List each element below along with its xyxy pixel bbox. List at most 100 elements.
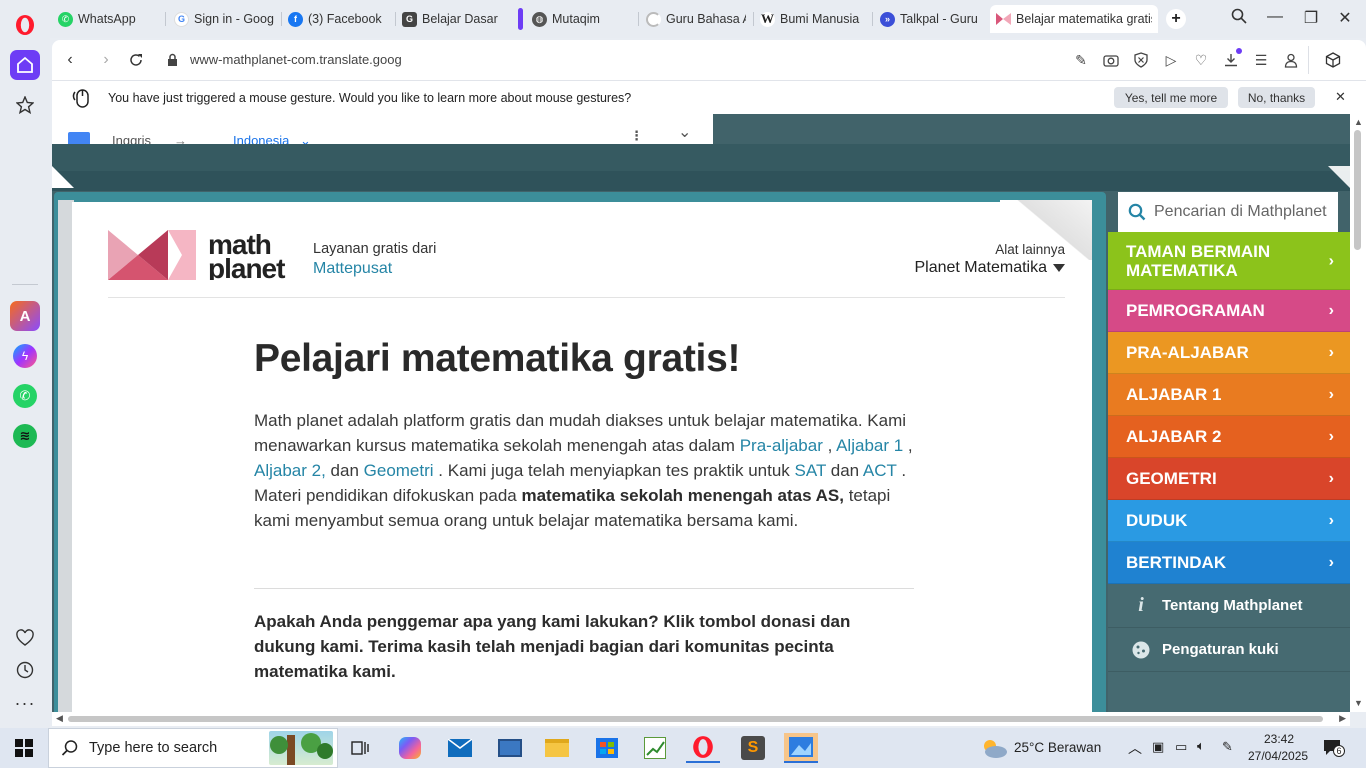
url-field[interactable]: www-mathplanet-com.translate.goog bbox=[190, 52, 402, 67]
menu-aljabar-2[interactable]: ALJABAR 2 › bbox=[1108, 416, 1350, 458]
snapshot-camera-icon[interactable] bbox=[1102, 51, 1120, 69]
tab-belajar-dasar[interactable]: G Belajar Dasar Pe bbox=[396, 6, 508, 32]
file-explorer-icon[interactable] bbox=[540, 733, 574, 763]
translate-more-icon[interactable]: ⋮ bbox=[630, 128, 643, 144]
extensions-cube-icon[interactable] bbox=[1324, 51, 1342, 69]
remote-desktop-icon[interactable] bbox=[493, 733, 527, 763]
tab-talkpal[interactable]: » Talkpal - Guru B bbox=[874, 6, 986, 32]
new-tab-button[interactable]: + bbox=[1166, 9, 1186, 29]
tab-search-icon[interactable] bbox=[1228, 8, 1250, 29]
forward-button[interactable]: › bbox=[96, 50, 116, 70]
scrollbar-thumb[interactable] bbox=[68, 716, 1323, 722]
menu-tentang[interactable]: i Tentang Mathplanet bbox=[1108, 584, 1350, 628]
notification-center-icon[interactable]: 6 bbox=[1322, 737, 1345, 760]
history-clock-icon[interactable] bbox=[10, 655, 40, 685]
link-aljabar-2[interactable]: Aljabar 2, bbox=[254, 461, 326, 480]
tab-mutaqim[interactable]: ◍ Mutaqim bbox=[526, 6, 636, 32]
copilot-icon[interactable] bbox=[393, 733, 427, 763]
messenger-icon[interactable]: ϟ bbox=[10, 341, 40, 371]
easy-setup-icon[interactable]: ☰ bbox=[1252, 51, 1270, 69]
lock-icon[interactable] bbox=[162, 50, 182, 70]
heart-icon[interactable]: ♡ bbox=[1192, 51, 1210, 69]
pinboard-star-icon[interactable] bbox=[10, 90, 40, 120]
link-geometri[interactable]: Geometri bbox=[364, 461, 434, 480]
search-icon bbox=[61, 740, 78, 756]
translate-dropdown-icon[interactable]: ⌄ bbox=[300, 133, 311, 144]
restore-button[interactable]: ❐ bbox=[1300, 8, 1322, 28]
gesture-close-icon[interactable]: ✕ bbox=[1335, 89, 1346, 105]
sublime-text-icon[interactable]: S bbox=[736, 733, 770, 763]
search-input[interactable]: Pencarian di Mathplanet bbox=[1154, 203, 1327, 221]
talkpal-icon: » bbox=[880, 11, 895, 27]
weather-cloud-icon[interactable] bbox=[980, 737, 1008, 762]
task-view-icon[interactable] bbox=[343, 733, 377, 763]
home-icon[interactable] bbox=[10, 50, 40, 80]
opera-menu-icon[interactable] bbox=[10, 10, 40, 40]
menu-duduk[interactable]: DUDUK › bbox=[1108, 500, 1350, 542]
menu-geometri[interactable]: GEOMETRI › bbox=[1108, 458, 1350, 500]
weather-text[interactable]: 25°C Berawan bbox=[1014, 740, 1101, 755]
translate-source-lang[interactable]: Inggris bbox=[112, 133, 151, 144]
tab-bumi-manusia[interactable]: W Bumi Manusia ( bbox=[754, 6, 868, 32]
pen-workspace-icon[interactable]: ✎ bbox=[1222, 739, 1233, 755]
tray-chevron-up-icon[interactable]: ︿ bbox=[1128, 738, 1142, 758]
meet-now-icon[interactable]: ▣ bbox=[1152, 739, 1164, 755]
link-act[interactable]: ACT bbox=[863, 461, 897, 480]
vertical-scrollbar[interactable]: ▲ ▼ bbox=[1350, 114, 1366, 712]
taskbar-search-input[interactable]: Type here to search bbox=[89, 740, 217, 756]
menu-pemrograman[interactable]: PEMROGRAMAN › bbox=[1108, 290, 1350, 332]
tab-whatsapp[interactable]: ✆ WhatsApp bbox=[52, 6, 164, 32]
clock-time[interactable]: 23:42 bbox=[1264, 732, 1294, 746]
tab-guru-bahasa[interactable]: Guru Bahasa AI bbox=[640, 6, 752, 32]
back-button[interactable]: ‹ bbox=[60, 50, 80, 70]
downloads-icon[interactable] bbox=[1222, 48, 1242, 69]
mail-icon[interactable] bbox=[443, 733, 477, 763]
chevron-down-icon bbox=[1053, 264, 1065, 272]
clock-date[interactable]: 27/04/2025 bbox=[1248, 749, 1308, 763]
microsoft-store-icon[interactable] bbox=[590, 733, 624, 763]
link-sat[interactable]: SAT bbox=[795, 461, 827, 480]
loading-icon bbox=[646, 11, 661, 27]
gesture-no-button[interactable]: No, thanks bbox=[1238, 87, 1315, 108]
profile-icon[interactable] bbox=[1282, 51, 1300, 69]
translate-target-lang[interactable]: Indonesia bbox=[233, 133, 289, 144]
menu-pra-aljabar[interactable]: PRA-ALJABAR › bbox=[1108, 332, 1350, 374]
link-aljabar-1[interactable]: Aljabar 1 bbox=[836, 436, 903, 455]
photos-app-icon[interactable] bbox=[784, 733, 818, 763]
adblock-shield-icon[interactable] bbox=[1132, 51, 1150, 69]
horizontal-scrollbar[interactable]: ◀ ▶ bbox=[52, 712, 1350, 726]
menu-bertindak[interactable]: BERTINDAK › bbox=[1108, 542, 1350, 584]
reload-button[interactable] bbox=[126, 50, 146, 70]
search-icon bbox=[1128, 203, 1146, 221]
favorites-heart-icon[interactable] bbox=[10, 623, 40, 653]
aria-icon[interactable]: A bbox=[10, 301, 40, 331]
windows-start-icon[interactable] bbox=[7, 733, 41, 763]
planet-select[interactable]: Planet Matematika bbox=[914, 259, 1065, 277]
translate-collapse-icon[interactable]: ⌄ bbox=[678, 122, 691, 142]
minimize-button[interactable]: — bbox=[1264, 8, 1286, 26]
stock-chart-app-icon[interactable] bbox=[638, 733, 672, 763]
menu-taman-bermain[interactable]: TAMAN BERMAIN MATEMATIKA › bbox=[1108, 232, 1350, 290]
gesture-yes-button[interactable]: Yes, tell me more bbox=[1114, 87, 1228, 108]
battery-icon[interactable]: ▭ bbox=[1175, 739, 1187, 755]
opera-taskbar-icon[interactable] bbox=[686, 733, 720, 763]
scrollbar-thumb[interactable] bbox=[1354, 130, 1361, 250]
taskbar-search[interactable]: Type here to search bbox=[48, 728, 338, 768]
menu-pengaturan-kuki[interactable]: Pengaturan kuki bbox=[1108, 628, 1350, 672]
tab-facebook[interactable]: f (3) Facebook bbox=[282, 6, 394, 32]
menu-aljabar-1[interactable]: ALJABAR 1 › bbox=[1108, 374, 1350, 416]
tab-mathplanet-active[interactable]: Belajar matematika gratis bbox=[990, 5, 1158, 33]
tab-google-signin[interactable]: G Sign in - Google bbox=[168, 6, 280, 32]
mattepusat-link[interactable]: Mattepusat bbox=[313, 260, 392, 278]
mathplanet-logo[interactable]: math planet bbox=[108, 229, 298, 284]
close-window-button[interactable]: ✕ bbox=[1334, 8, 1356, 28]
send-icon[interactable]: ▷ bbox=[1162, 51, 1180, 69]
whatsapp-sidebar-icon[interactable]: ✆ bbox=[10, 381, 40, 411]
edit-icon[interactable]: ✎ bbox=[1072, 51, 1090, 69]
search-box[interactable]: Pencarian di Mathplanet bbox=[1118, 192, 1338, 232]
spotify-icon[interactable]: ≋ bbox=[10, 421, 40, 451]
volume-icon[interactable]: 🔈︎ bbox=[1197, 738, 1205, 754]
tab-label: Belajar Dasar Pe bbox=[422, 12, 502, 26]
more-options-icon[interactable]: ··· bbox=[10, 688, 40, 718]
link-pra-aljabar[interactable]: Pra-aljabar bbox=[740, 436, 823, 455]
